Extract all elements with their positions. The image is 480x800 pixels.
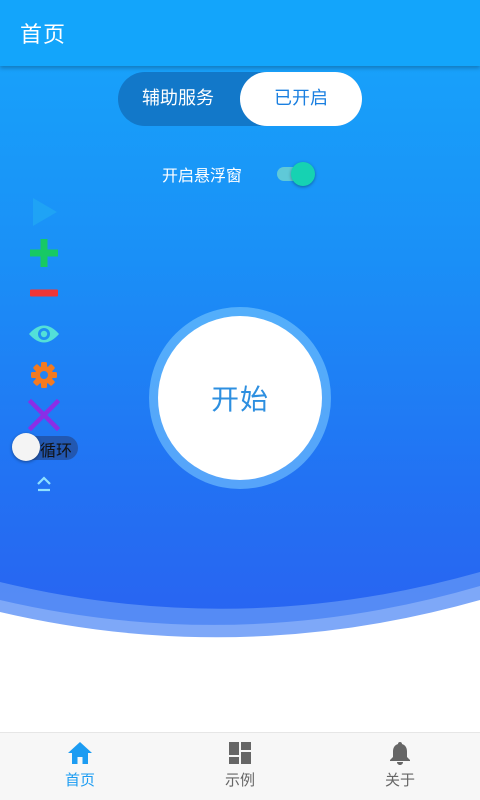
nav-item-about[interactable]: 关于 bbox=[345, 741, 455, 797]
nav-item-examples[interactable]: 示例 bbox=[185, 741, 295, 797]
view-button[interactable] bbox=[24, 316, 64, 352]
loop-thumb bbox=[12, 433, 40, 461]
close-icon bbox=[28, 399, 60, 431]
nav-item-home[interactable]: 首页 bbox=[25, 741, 135, 797]
play-icon bbox=[33, 198, 57, 226]
nav-label-examples: 示例 bbox=[224, 771, 255, 789]
loop-label: 循环 bbox=[40, 441, 73, 460]
page-title: 首页 bbox=[20, 23, 67, 48]
plus-icon bbox=[30, 239, 58, 267]
floating-window-switch[interactable] bbox=[277, 162, 317, 186]
nav-label-home: 首页 bbox=[64, 771, 95, 789]
gear-icon bbox=[31, 362, 57, 388]
collapse-button[interactable] bbox=[24, 466, 64, 502]
service-label: 辅助服务 bbox=[142, 88, 214, 109]
add-button[interactable] bbox=[24, 235, 64, 271]
start-button[interactable]: 开始 bbox=[158, 316, 322, 480]
bottom-navigation: 首页 示例 关于 bbox=[0, 732, 480, 800]
accessibility-service-toggle[interactable]: 辅助服务 已开启 bbox=[118, 72, 362, 126]
nav-label-about: 关于 bbox=[384, 771, 415, 789]
app-bar: 首页 bbox=[0, 0, 480, 66]
switch-thumb bbox=[291, 162, 315, 186]
bell-icon bbox=[390, 742, 410, 765]
close-button[interactable] bbox=[24, 397, 64, 433]
loop-switch[interactable]: 循环 bbox=[12, 433, 78, 463]
hero-wave bbox=[0, 572, 480, 640]
play-button[interactable] bbox=[24, 194, 64, 230]
service-state-button[interactable]: 已开启 bbox=[240, 72, 362, 126]
eye-icon bbox=[29, 325, 59, 343]
floating-window-row: 开启悬浮窗 bbox=[162, 158, 322, 188]
home-icon bbox=[68, 742, 92, 764]
chevron-up-icon bbox=[37, 476, 51, 492]
remove-button[interactable] bbox=[24, 275, 64, 311]
start-button-label: 开始 bbox=[210, 383, 269, 416]
settings-button[interactable] bbox=[24, 357, 64, 393]
grid-icon bbox=[229, 742, 251, 764]
floating-window-label: 开启悬浮窗 bbox=[162, 166, 243, 185]
minus-icon bbox=[30, 289, 58, 297]
